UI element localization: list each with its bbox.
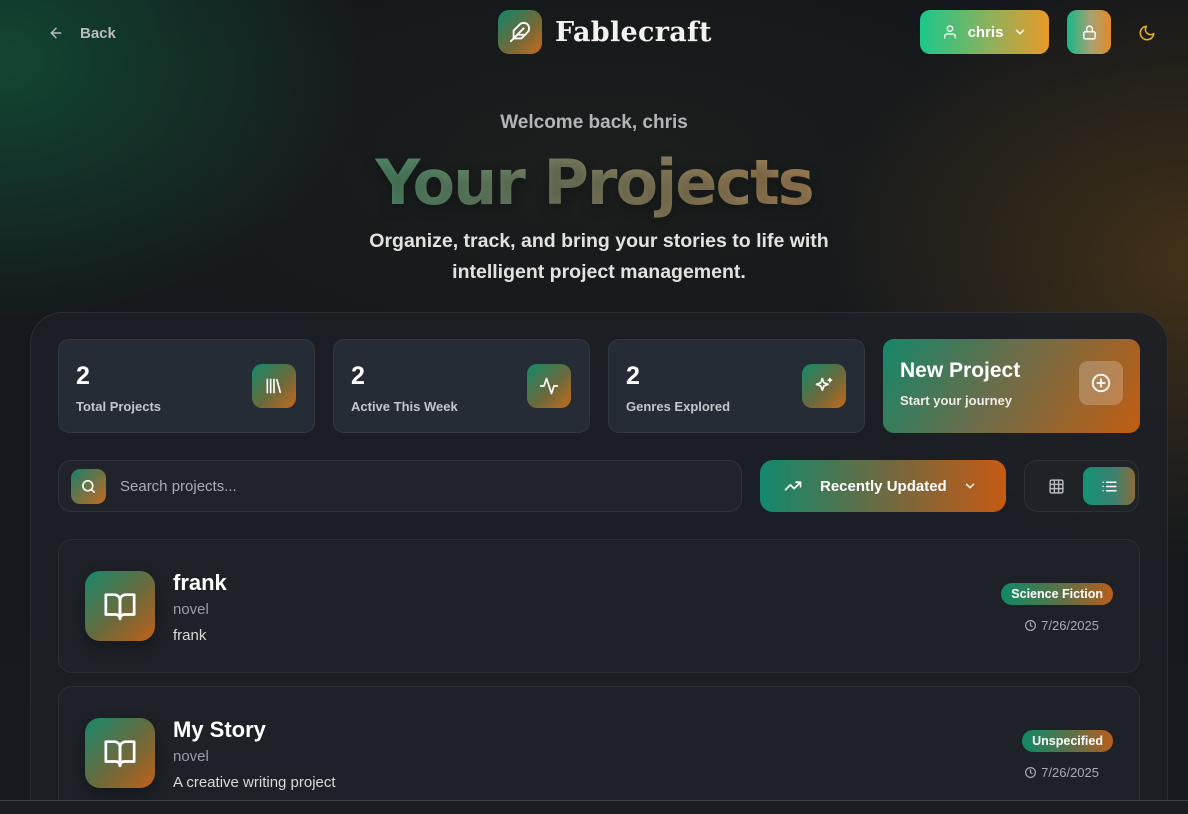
new-project-subtitle: Start your journey [900,393,1012,408]
project-card[interactable]: My Story novel A creative writing projec… [58,686,1140,814]
arrow-left-icon [48,25,64,41]
stat-value: 2 [76,362,90,390]
activity-icon [527,364,571,408]
back-label: Back [80,24,116,42]
project-date-text: 7/26/2025 [1041,618,1099,633]
trending-up-icon [784,477,802,495]
grid-view-button[interactable] [1037,467,1075,505]
feather-icon [498,10,542,54]
brand-name: Fablecraft [555,16,712,48]
project-description: A creative writing project [173,774,336,791]
stat-total-projects: 2 Total Projects [58,339,315,433]
moon-icon [1138,24,1156,42]
window-bottom-edge [0,800,1188,814]
page-title: Your Projects [0,146,1188,219]
list-view-button[interactable] [1083,467,1135,505]
stat-label: Active This Week [351,399,458,414]
project-card[interactable]: frank novel frank Science Fiction 7/26/2… [58,539,1140,673]
new-project-button[interactable]: New Project Start your journey [883,339,1140,433]
user-icon [942,24,958,40]
project-title: frank [173,570,227,595]
genre-badge: Unspecified [1022,730,1113,752]
brand[interactable]: Fablecraft [498,10,712,54]
book-open-icon [85,571,155,641]
stat-label: Total Projects [76,399,162,414]
sort-dropdown[interactable]: Recently Updated [760,460,1006,512]
grid-icon [1048,478,1065,495]
project-date-text: 7/26/2025 [1041,765,1099,780]
stat-value: 2 [626,362,640,390]
user-menu-button[interactable]: chris [920,10,1049,54]
plus-circle-icon [1079,361,1123,405]
stat-active-this-week: 2 Active This Week [333,339,590,433]
book-open-icon [85,718,155,788]
stat-genres-explored: 2 Genres Explored [608,339,865,433]
lock-button[interactable] [1067,10,1111,54]
sparkles-icon [802,364,846,408]
stat-value: 2 [351,362,365,390]
project-title: My Story [173,717,266,742]
sort-selected-label: Recently Updated [820,477,947,495]
theme-toggle-button[interactable] [1134,20,1160,46]
stat-label: Genres Explored [626,399,731,414]
welcome-text: Welcome back, chris [500,112,688,133]
chevron-down-icon [963,479,977,493]
search-icon[interactable] [71,468,106,504]
view-toggle [1024,460,1139,512]
project-type: novel [173,748,209,765]
genre-badge: Science Fiction [1001,583,1113,605]
library-icon [252,364,296,408]
list-icon [1101,478,1118,495]
clock-icon [1024,619,1037,632]
project-description: frank [173,627,207,644]
clock-icon [1024,766,1037,779]
page-title-text: Your Projects [375,146,814,219]
chevron-down-icon [1013,25,1027,39]
project-date: 7/26/2025 [1024,618,1099,633]
project-type: novel [173,601,209,618]
project-date: 7/26/2025 [1024,765,1099,780]
lock-icon [1081,24,1098,41]
page-subtitle: Organize, track, and bring your stories … [369,230,829,283]
user-name: chris [967,23,1004,41]
new-project-title: New Project [900,359,1021,382]
search-bar [58,460,742,512]
back-button[interactable]: Back [48,22,116,44]
search-input[interactable] [120,477,741,495]
